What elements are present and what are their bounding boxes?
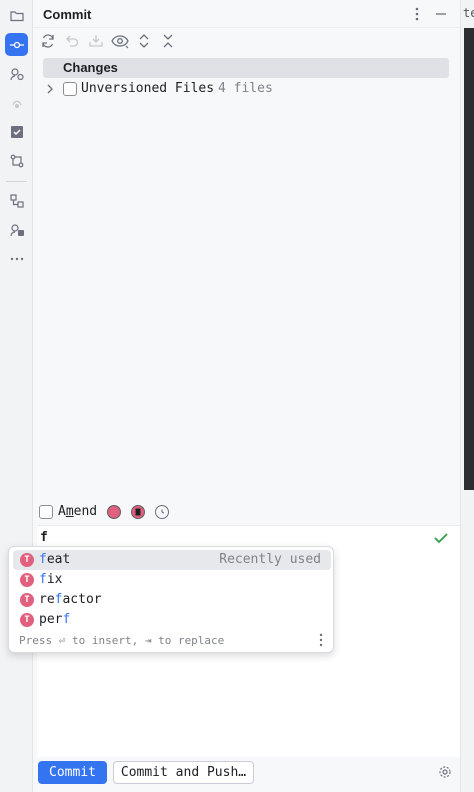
adjacent-editor-edge: te [460, 0, 474, 792]
template-badge-icon: T [20, 613, 34, 627]
panel-header: Commit [33, 0, 460, 28]
commit-message-text: f [40, 530, 48, 545]
project-icon[interactable] [5, 4, 28, 27]
template-badge-icon: T [20, 573, 34, 587]
changes-group-label: Changes [63, 60, 118, 75]
completion-item-feat[interactable]: T feat Recently used [13, 550, 331, 570]
debug-icon[interactable] [5, 91, 28, 114]
cut-off-text: te [463, 6, 474, 20]
completion-item-fix[interactable]: T fix [13, 570, 331, 590]
expand-all-icon[interactable] [135, 32, 153, 50]
template-badge-icon: T [20, 593, 34, 607]
completion-item-label: refactor [39, 592, 102, 607]
commit-button-label: Commit [49, 765, 96, 780]
completion-more-icon[interactable] [319, 633, 323, 647]
completion-item-perf[interactable]: T perf [13, 610, 331, 630]
gear-icon[interactable] [438, 765, 452, 779]
author-avatar-icon[interactable] [107, 505, 121, 519]
rollback-icon[interactable] [63, 32, 81, 50]
adjacent-editor-dark-area [464, 28, 474, 490]
completion-item-label: fix [39, 572, 63, 587]
completion-item-label: feat [39, 552, 71, 567]
chevron-right-icon[interactable] [45, 83, 55, 95]
completion-item-refactor[interactable]: T refactor [13, 590, 331, 610]
refresh-icon[interactable] [39, 32, 57, 50]
check-icon [434, 533, 448, 544]
strip-divider [6, 181, 27, 182]
recently-used-note: Recently used [219, 552, 321, 567]
collapse-all-icon[interactable] [159, 32, 177, 50]
unversioned-files-count: 4 files [218, 81, 273, 96]
preview-eye-icon[interactable] [111, 32, 129, 50]
history-clock-icon[interactable] [155, 505, 169, 519]
commit-template-icon[interactable] [131, 505, 145, 519]
amend-label[interactable]: Amend [58, 504, 97, 519]
git-branches-icon[interactable] [5, 149, 28, 172]
todo-icon[interactable] [5, 120, 28, 143]
amend-checkbox[interactable] [39, 505, 53, 519]
tool-window-strip [0, 0, 33, 792]
template-badge-icon: T [20, 553, 34, 567]
commit-button[interactable]: Commit [38, 761, 107, 784]
minimize-icon[interactable] [433, 6, 449, 22]
shelve-icon[interactable] [87, 32, 105, 50]
pull-requests-icon[interactable] [5, 62, 28, 85]
completion-hint: Press ⏎ to insert, ⇥ to replace [19, 634, 225, 647]
options-menu-icon[interactable] [409, 6, 425, 22]
commit-toolbar [33, 30, 460, 52]
commit-actions-bar: Commit Commit and Push… [33, 757, 460, 792]
unversioned-checkbox[interactable] [63, 82, 77, 96]
more-icon[interactable] [5, 247, 28, 270]
panel-title: Commit [43, 7, 92, 22]
services-icon[interactable] [5, 218, 28, 241]
unversioned-files-label: Unversioned Files [81, 81, 215, 96]
unversioned-files-row[interactable]: Unversioned Files 4 files [43, 79, 449, 99]
commit-panel: Commit Changes Unversioned Files 4 files… [33, 0, 460, 792]
changes-group-header[interactable]: Changes [43, 58, 449, 78]
commit-and-push-label: Commit and Push… [120, 765, 247, 780]
commit-and-push-button[interactable]: Commit and Push… [113, 761, 254, 784]
commit-icon[interactable] [5, 33, 28, 56]
structure-icon[interactable] [5, 189, 28, 212]
completion-item-label: perf [39, 612, 71, 627]
completion-popup: T feat Recently used T fix T refactor T … [8, 546, 334, 653]
amend-row: Amend [33, 501, 460, 523]
